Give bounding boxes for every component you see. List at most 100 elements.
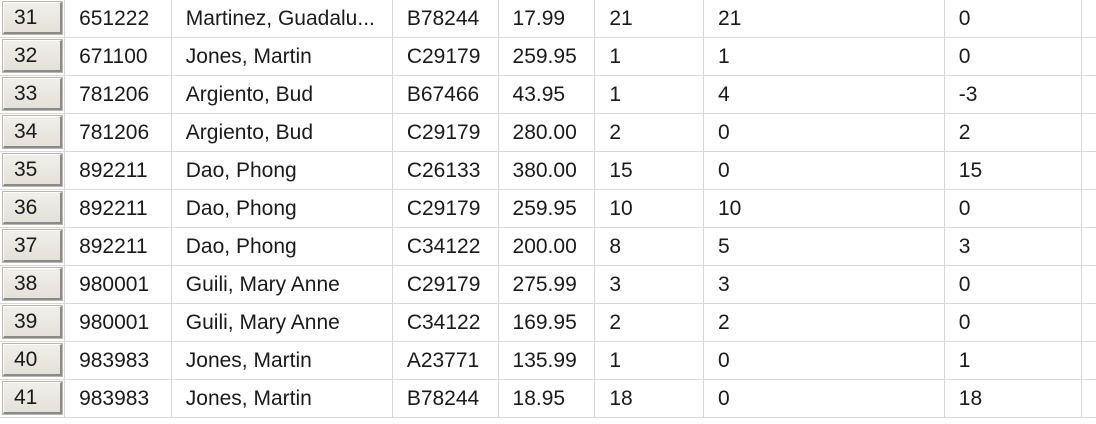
cell-name[interactable]: Dao, Phong	[172, 190, 393, 227]
cell-name[interactable]: Jones, Martin	[172, 342, 393, 379]
cell-name[interactable]: Jones, Martin	[172, 380, 393, 417]
cell-code[interactable]: C34122	[393, 228, 499, 265]
cell-col7[interactable]: 15	[945, 152, 1083, 189]
table-row[interactable]: 41 983983 Jones, Martin B78244 18.95 18 …	[0, 380, 1096, 418]
cell-code[interactable]: C29179	[393, 266, 499, 303]
row-number-button[interactable]: 31	[3, 2, 62, 34]
cell-qty[interactable]: 3	[595, 266, 704, 303]
cell-name[interactable]: Argiento, Bud	[172, 76, 393, 113]
cell-col6[interactable]: 0	[704, 342, 945, 379]
cell-col6[interactable]: 1	[704, 38, 945, 75]
row-header[interactable]: 31	[0, 0, 66, 37]
cell-code[interactable]: B78244	[393, 380, 499, 417]
cell-col7[interactable]: 0	[945, 266, 1083, 303]
row-header[interactable]: 34	[0, 114, 66, 151]
cell-qty[interactable]: 8	[595, 228, 704, 265]
cell-col7[interactable]: 3	[945, 228, 1083, 265]
cell-price[interactable]: 259.95	[499, 190, 596, 227]
row-header[interactable]: 35	[0, 152, 66, 189]
cell-price[interactable]: 200.00	[499, 228, 596, 265]
cell-col6[interactable]: 0	[704, 380, 945, 417]
row-header[interactable]: 33	[0, 76, 66, 113]
cell-name[interactable]: Martinez, Guadalu...	[172, 0, 393, 37]
row-header[interactable]: 37	[0, 228, 66, 265]
cell-id[interactable]: 983983	[65, 380, 172, 417]
cell-price[interactable]: 43.95	[499, 76, 596, 113]
row-number-button[interactable]: 36	[3, 192, 62, 224]
cell-id[interactable]: 671100	[65, 38, 172, 75]
row-header[interactable]: 32	[0, 38, 66, 75]
row-number-button[interactable]: 40	[3, 344, 62, 376]
cell-id[interactable]: 892211	[65, 228, 172, 265]
table-row[interactable]: 40 983983 Jones, Martin A23771 135.99 1 …	[0, 342, 1096, 380]
row-number-button[interactable]: 37	[3, 230, 62, 262]
cell-code[interactable]: B78244	[393, 0, 499, 37]
cell-id[interactable]: 983983	[65, 342, 172, 379]
cell-col6[interactable]: 21	[704, 0, 945, 37]
cell-col6[interactable]: 0	[704, 114, 945, 151]
table-row[interactable]: 39 980001 Guili, Mary Anne C34122 169.95…	[0, 304, 1096, 342]
cell-qty[interactable]: 1	[595, 342, 704, 379]
cell-code[interactable]: C29179	[393, 114, 499, 151]
row-number-button[interactable]: 41	[3, 382, 62, 414]
cell-col7[interactable]: 18	[945, 380, 1083, 417]
cell-price[interactable]: 259.95	[499, 38, 596, 75]
cell-qty[interactable]: 18	[595, 380, 704, 417]
cell-col7[interactable]: 0	[945, 190, 1083, 227]
cell-col7[interactable]: 0	[945, 38, 1083, 75]
table-row[interactable]: 33 781206 Argiento, Bud B67466 43.95 1 4…	[0, 76, 1096, 114]
row-number-button[interactable]: 35	[3, 154, 62, 186]
row-number-button[interactable]: 39	[3, 306, 62, 338]
cell-qty[interactable]: 1	[595, 38, 704, 75]
cell-price[interactable]: 17.99	[499, 0, 596, 37]
row-header[interactable]: 40	[0, 342, 66, 379]
row-number-button[interactable]: 38	[3, 268, 62, 300]
cell-id[interactable]: 781206	[65, 76, 172, 113]
cell-id[interactable]: 892211	[65, 152, 172, 189]
cell-code[interactable]: A23771	[393, 342, 499, 379]
cell-col6[interactable]: 4	[704, 76, 945, 113]
cell-price[interactable]: 18.95	[499, 380, 596, 417]
row-header[interactable]: 38	[0, 266, 66, 303]
cell-price[interactable]: 280.00	[499, 114, 596, 151]
table-row[interactable]: 31 651222 Martinez, Guadalu... B78244 17…	[0, 0, 1096, 38]
table-row[interactable]: 38 980001 Guili, Mary Anne C29179 275.99…	[0, 266, 1096, 304]
table-row[interactable]: 35 892211 Dao, Phong C26133 380.00 15 0 …	[0, 152, 1096, 190]
row-header[interactable]: 36	[0, 190, 66, 227]
table-row[interactable]: 37 892211 Dao, Phong C34122 200.00 8 5 3	[0, 228, 1096, 266]
cell-name[interactable]: Guili, Mary Anne	[172, 304, 393, 341]
cell-qty[interactable]: 15	[595, 152, 704, 189]
cell-col7[interactable]: 1	[945, 342, 1083, 379]
cell-qty[interactable]: 2	[595, 304, 704, 341]
cell-id[interactable]: 781206	[65, 114, 172, 151]
table-row[interactable]: 36 892211 Dao, Phong C29179 259.95 10 10…	[0, 190, 1096, 228]
cell-col6[interactable]: 0	[704, 152, 945, 189]
cell-code[interactable]: C26133	[393, 152, 499, 189]
row-number-button[interactable]: 32	[3, 40, 62, 72]
row-number-button[interactable]: 34	[3, 116, 62, 148]
cell-col6[interactable]: 2	[704, 304, 945, 341]
cell-code[interactable]: B67466	[393, 76, 499, 113]
cell-price[interactable]: 380.00	[499, 152, 596, 189]
cell-col7[interactable]: 0	[945, 0, 1083, 37]
cell-col7[interactable]: -3	[945, 76, 1083, 113]
cell-id[interactable]: 651222	[65, 0, 172, 37]
cell-name[interactable]: Argiento, Bud	[172, 114, 393, 151]
cell-price[interactable]: 135.99	[499, 342, 596, 379]
row-number-button[interactable]: 33	[3, 78, 62, 110]
cell-qty[interactable]: 2	[595, 114, 704, 151]
cell-code[interactable]: C29179	[393, 190, 499, 227]
table-row[interactable]: 34 781206 Argiento, Bud C29179 280.00 2 …	[0, 114, 1096, 152]
cell-col6[interactable]: 3	[704, 266, 945, 303]
cell-name[interactable]: Jones, Martin	[172, 38, 393, 75]
cell-name[interactable]: Dao, Phong	[172, 228, 393, 265]
cell-col6[interactable]: 5	[704, 228, 945, 265]
cell-price[interactable]: 169.95	[499, 304, 596, 341]
cell-qty[interactable]: 10	[595, 190, 704, 227]
row-header[interactable]: 39	[0, 304, 66, 341]
cell-id[interactable]: 980001	[65, 266, 172, 303]
cell-qty[interactable]: 1	[595, 76, 704, 113]
table-row[interactable]: 32 671100 Jones, Martin C29179 259.95 1 …	[0, 38, 1096, 76]
cell-col6[interactable]: 10	[704, 190, 945, 227]
cell-qty[interactable]: 21	[595, 0, 704, 37]
